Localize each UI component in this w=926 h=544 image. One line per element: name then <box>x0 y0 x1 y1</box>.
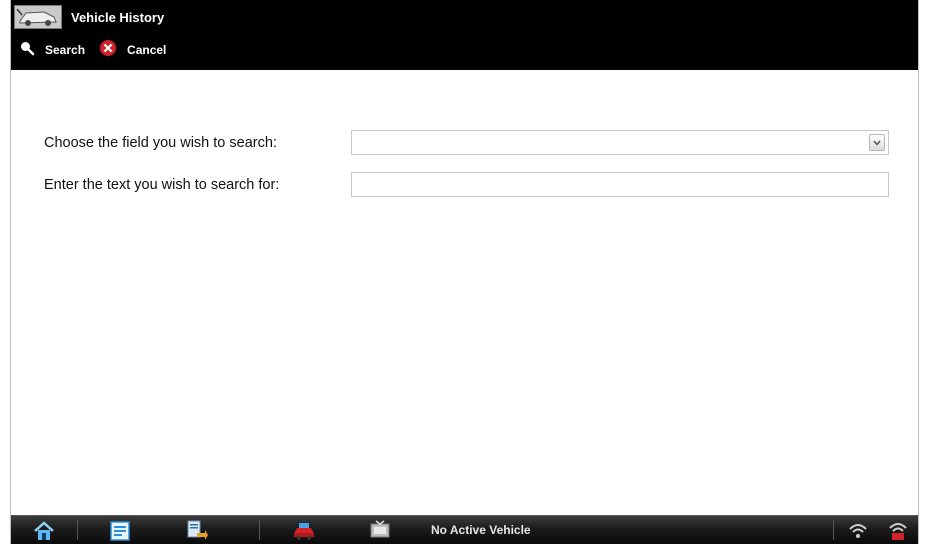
data-manager-icon[interactable] <box>183 519 209 541</box>
taskbar-divider <box>77 520 78 540</box>
magnifier-icon <box>19 40 35 61</box>
vehicle-select-icon[interactable] <box>291 519 317 541</box>
active-vehicle-status: No Active Vehicle <box>431 523 531 537</box>
vehicle-history-icon <box>13 4 63 30</box>
search-label: Search <box>45 43 86 57</box>
app-window: Vehicle History Search Cancel Choose the… <box>10 0 919 544</box>
cancel-button[interactable]: Cancel <box>99 39 166 62</box>
home-icon[interactable] <box>31 519 57 541</box>
text-label: Enter the text you wish to search for: <box>44 176 280 193</box>
header-bar: Vehicle History Search Cancel <box>11 0 918 70</box>
search-button[interactable]: Search <box>19 40 85 61</box>
taskbar-divider <box>259 520 260 540</box>
cancel-label: Cancel <box>127 43 167 57</box>
title-row: Vehicle History <box>13 2 164 32</box>
cancel-x-icon <box>99 39 117 62</box>
chevron-down-icon[interactable] <box>869 134 885 151</box>
wireless-icon[interactable] <box>845 519 871 541</box>
taskbar-divider <box>833 520 834 540</box>
field-row: Choose the field you wish to search: <box>44 130 889 155</box>
field-select[interactable] <box>351 130 889 155</box>
field-label: Choose the field you wish to search: <box>44 134 277 151</box>
toolbar: Search Cancel <box>19 38 180 62</box>
window-title: Vehicle History <box>71 9 165 25</box>
connection-status-icon[interactable] <box>885 519 911 541</box>
taskbar: No Active Vehicle <box>11 515 918 544</box>
scanner-icon[interactable] <box>367 519 393 541</box>
search-text-input[interactable] <box>351 172 889 197</box>
text-row: Enter the text you wish to search for: <box>44 172 889 197</box>
shop-manager-icon[interactable] <box>107 519 133 541</box>
